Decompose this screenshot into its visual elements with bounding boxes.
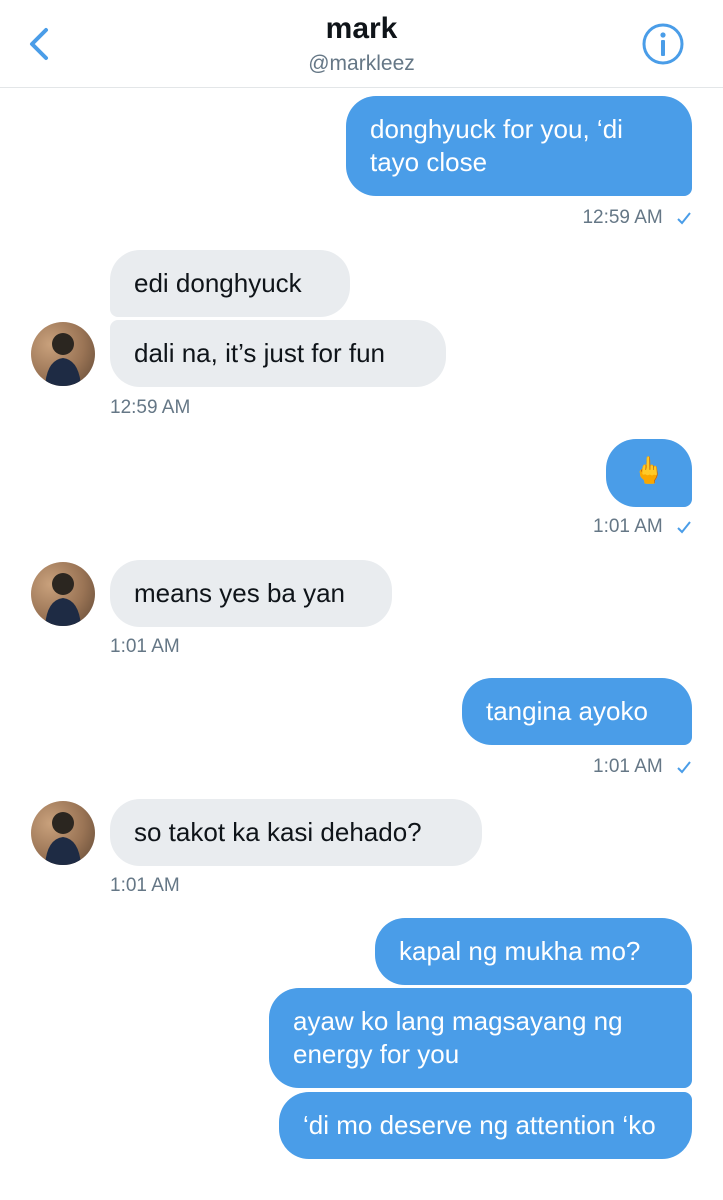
message-bubble-incoming[interactable]: means yes ba yan (110, 560, 392, 627)
message-timestamp: 1:01 AM (593, 516, 692, 538)
info-button[interactable] (638, 22, 688, 72)
person-photo (45, 812, 81, 865)
message-text: ayaw ko lang magsayang ng energy for you (293, 1006, 623, 1069)
conversation-header: mark @markleez (0, 0, 723, 88)
contact-name: mark (325, 12, 398, 45)
message-bubble-outgoing[interactable]: ‘di mo deserve ng attention ‘ko (279, 1092, 692, 1159)
message-timestamp: 1:01 AM (110, 636, 180, 657)
message-text: donghyuck for you, ‘di tayo close (370, 114, 623, 177)
message-text: so takot ka kasi dehado? (134, 817, 422, 847)
message-timestamp: 1:01 AM (110, 875, 180, 896)
message-text: tangina ayoko (486, 696, 648, 726)
avatar[interactable] (31, 322, 95, 386)
avatar[interactable] (31, 562, 95, 626)
info-icon (642, 23, 684, 65)
sent-check-icon (677, 521, 691, 534)
message-text: ‘di mo deserve ng attention ‘ko (303, 1110, 656, 1140)
emoji-message: 🖕 (632, 455, 666, 485)
message-timestamp: 12:59 AM (582, 207, 692, 229)
person-photo (45, 573, 81, 626)
message-bubble-incoming[interactable]: edi donghyuck (110, 250, 350, 317)
message-bubble-outgoing[interactable]: 🖕 (606, 439, 692, 507)
sent-check-icon (677, 212, 691, 225)
person-photo (45, 333, 81, 386)
message-timestamp: 12:59 AM (110, 397, 191, 418)
message-timestamp: 1:01 AM (593, 756, 692, 778)
message-bubble-outgoing[interactable]: donghyuck for you, ‘di tayo close (346, 96, 692, 196)
message-text: edi donghyuck (134, 268, 302, 298)
avatar[interactable] (31, 801, 95, 865)
message-bubble-outgoing[interactable]: ayaw ko lang magsayang ng energy for you (269, 988, 692, 1088)
message-bubble-incoming[interactable]: so takot ka kasi dehado? (110, 799, 482, 866)
sent-check-icon (677, 761, 691, 774)
message-bubble-incoming[interactable]: dali na, it’s just for fun (110, 320, 446, 387)
message-bubble-outgoing[interactable]: kapal ng mukha mo? (375, 918, 692, 985)
message-text: means yes ba yan (134, 578, 346, 608)
message-text: dali na, it’s just for fun (134, 338, 385, 368)
message-text: kapal ng mukha mo? (399, 936, 641, 966)
message-bubble-outgoing[interactable]: tangina ayoko (462, 678, 692, 745)
contact-handle: @markleez (308, 52, 415, 75)
